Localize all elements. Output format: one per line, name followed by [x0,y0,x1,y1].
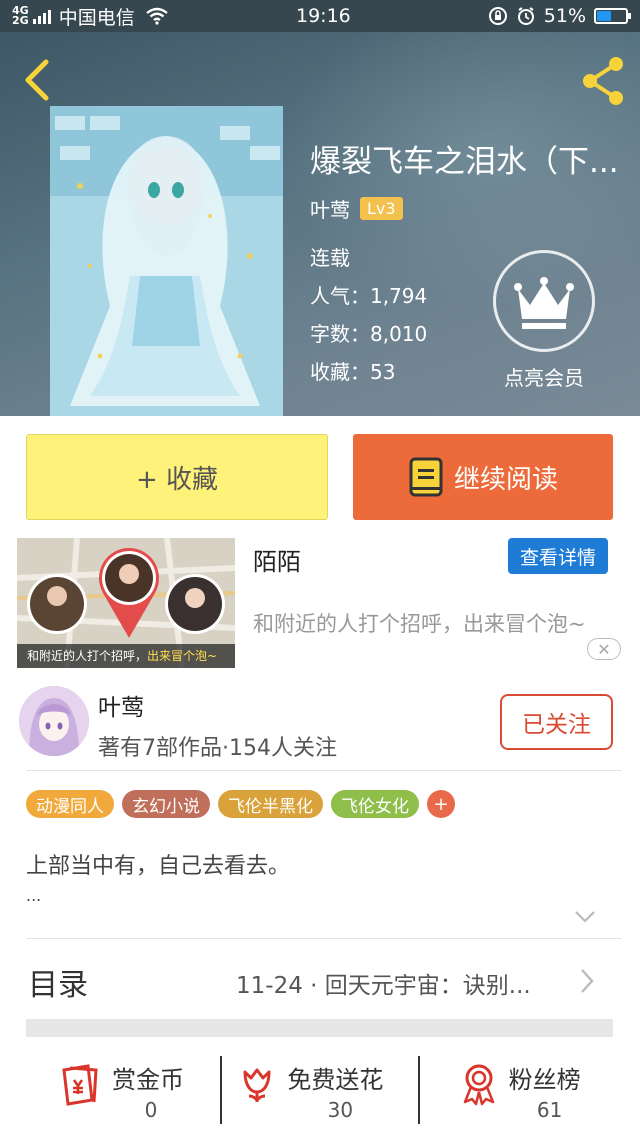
tag-item[interactable]: 动漫同人 [26,790,114,818]
send-flower-count: 30 [327,1098,354,1122]
author-stats: 著有7部作品·154人关注 [98,736,337,761]
book-icon [409,457,443,497]
fan-ranking-count: 61 [536,1098,563,1122]
flower-icon [243,1068,271,1103]
ad-app-name[interactable]: 陌陌 [253,542,301,577]
bottom-action-bar: 赏金币 0 免费送花 30 粉丝榜 61 [0,1042,640,1138]
author-row[interactable]: 叶莺 著有7部作品·154人关注 已关注 [0,686,640,772]
vip-label[interactable]: 点亮会员 [482,362,606,391]
favorites-stat: 收藏：53 [310,360,396,384]
tag-list: 动漫同人 玄幻小说 飞伦半黑化 飞伦女化 + [26,790,455,818]
book-summary: 上部当中有，自己去看去。 [26,854,291,879]
fan-ranking-button[interactable]: 粉丝榜 61 [427,1042,640,1138]
gold-coin-icon [62,1064,98,1106]
ad-description[interactable]: 和附近的人打个招呼，出来冒个泡~ [253,608,586,638]
chevron-right-icon[interactable] [580,968,594,994]
word-count-stat: 字数：8,010 [310,322,428,346]
add-favorite-label: + 收藏 [135,464,219,495]
avatar[interactable] [19,686,89,756]
serial-status: 连载 [310,246,350,270]
signal-icon [32,8,51,24]
book-detail-content: + 收藏 继续阅读 和附近的人打个招呼，出来冒个泡~ 陌陌 查看详情 和附近的人… [0,416,640,1138]
medal-icon [463,1064,494,1106]
battery-icon [594,8,631,24]
ad-caption: 和附近的人打个招呼，出来冒个泡~ [17,644,235,668]
clock: 19:16 [296,5,351,27]
add-favorite-button[interactable]: + 收藏 [26,434,328,520]
toc-label[interactable]: 目录 [28,960,88,1004]
tag-item[interactable]: 飞伦女化 [331,790,419,818]
summary-more: ... [26,886,42,905]
reward-coin-label: 赏金币 [112,1066,184,1094]
fan-ranking-label: 粉丝榜 [508,1066,581,1094]
chevron-down-icon[interactable] [574,910,596,924]
continue-reading-button[interactable]: 继续阅读 [353,434,613,520]
author-name[interactable]: 叶莺 [98,688,144,722]
add-tag-button[interactable]: + [427,790,455,818]
book-title: 爆裂飞车之泪水（下... [310,144,619,180]
send-flower-label: 免费送花 [287,1066,384,1094]
section-separator [26,1019,613,1037]
alarm-icon [517,7,534,25]
wifi-icon [145,7,168,25]
ad-image[interactable]: 和附近的人打个招呼，出来冒个泡~ [17,538,235,668]
crown-icon [514,277,574,329]
battery-percent: 51% [543,5,586,27]
reward-coin-button[interactable]: 赏金币 0 [0,1042,213,1138]
divider [26,938,622,939]
divider [418,1056,420,1124]
toc-latest-chapter[interactable]: 11-24 · 回天元宇宙：诀别... [236,966,531,1000]
divider [26,770,622,771]
ad-close-icon[interactable]: ✕ [587,638,621,660]
send-flower-button[interactable]: 免费送花 30 [213,1042,426,1138]
popularity-stat: 人气：1,794 [310,284,428,308]
book-header: 爆裂飞车之泪水（下... 叶莺 Lv3 连载 人气：1,794 字数：8,010… [0,32,640,416]
network-type: 4G 2G [12,4,29,27]
back-arrow-icon[interactable] [18,58,58,102]
tag-item[interactable]: 玄幻小说 [122,790,210,818]
tag-item[interactable]: 飞伦半黑化 [218,790,323,818]
book-cover[interactable] [50,106,283,416]
author-level-badge: Lv3 [360,197,403,220]
follow-button[interactable]: 已关注 [500,694,613,750]
vip-button[interactable] [493,250,595,352]
continue-reading-label: 继续阅读 [453,464,558,495]
carrier-name: 中国电信 [58,6,135,29]
book-author[interactable]: 叶莺 [310,194,350,223]
rotation-lock-icon [488,7,507,25]
status-bar: 4G 2G 中国电信 19:16 51% [0,0,640,32]
ad-detail-button[interactable]: 查看详情 [508,538,608,574]
reward-coin-count: 0 [144,1098,158,1122]
share-icon[interactable] [580,54,628,108]
